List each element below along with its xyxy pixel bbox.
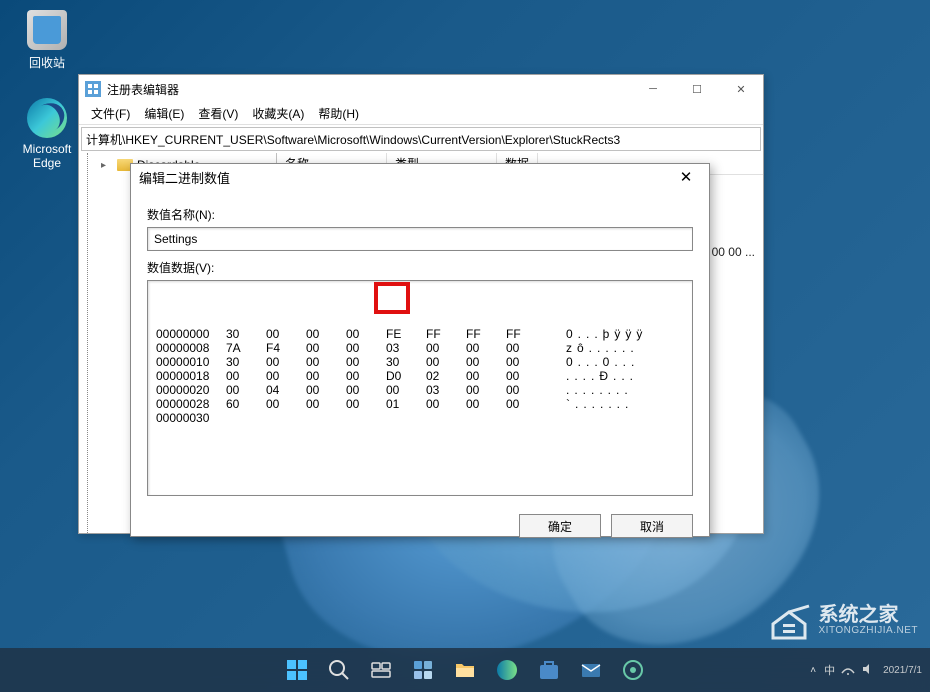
desktop-icon-label: 回收站 [29,56,65,70]
search-button[interactable] [320,651,358,689]
highlight-box [374,282,410,314]
tray-clock[interactable]: 2021/7/1 [883,664,922,677]
watermark: 系统之家 XITONGZHIJIA.NET [767,598,919,642]
dialog-title: 编辑二进制数值 [139,168,230,187]
ok-button[interactable]: 确定 [519,514,601,538]
maximize-button[interactable]: ☐ [675,75,719,103]
value-name-label: 数值名称(N): [147,206,693,223]
start-button[interactable] [278,651,316,689]
taskbar-app-mail[interactable] [572,651,610,689]
value-name-input[interactable] [147,227,693,251]
tray-ime-icon[interactable]: 中 [824,662,835,679]
regedit-icon [85,81,101,97]
desktop-icon-label: Microsoft Edge [23,142,72,170]
tray-network-icon[interactable] [841,662,855,679]
hex-editor[interactable]: 0000000030000000FEFFFFFF0...þÿÿÿ00000008… [147,280,693,496]
desktop-icon-edge[interactable]: Microsoft Edge [12,98,82,170]
hex-row[interactable]: 000000200004000000030000........ [156,383,684,397]
taskbar-app-edge[interactable] [488,651,526,689]
close-button[interactable]: ✕ [671,164,701,190]
system-tray: ˄ 中 2021/7/1 [810,662,922,679]
taskbar-app-settings[interactable] [614,651,652,689]
hex-row[interactable]: 0000001030000000300000000...0... [156,355,684,369]
hex-row[interactable]: 0000000030000000FEFFFFFF0...þÿÿÿ [156,327,684,341]
value-data-label: 数值数据(V): [147,259,693,276]
menu-edit[interactable]: 编辑(E) [138,103,190,124]
watermark-brand: 系统之家 [819,605,919,625]
hex-row[interactable]: 00000030 [156,411,684,425]
taskbar-app-explorer[interactable] [446,651,484,689]
menu-favorites[interactable]: 收藏夹(A) [246,103,310,124]
taskbar: ˄ 中 2021/7/1 [0,648,930,692]
edge-icon [27,98,67,138]
chevron-right-icon[interactable]: ▸ [101,160,106,171]
taskbar-app-store[interactable] [530,651,568,689]
hex-row[interactable]: 0000001800000000D0020000....Ð... [156,369,684,383]
cancel-button[interactable]: 取消 [611,514,693,538]
minimize-button[interactable]: ─ [631,75,675,103]
dialog-titlebar[interactable]: 编辑二进制数值 ✕ [131,164,709,190]
tray-volume-icon[interactable] [861,662,875,679]
recycle-bin-icon [27,10,67,50]
menu-file[interactable]: 文件(F) [85,103,136,124]
widgets-button[interactable] [404,651,442,689]
window-title: 注册表编辑器 [107,81,179,98]
menu-help[interactable]: 帮助(H) [312,103,365,124]
address-bar[interactable]: 计算机\HKEY_CURRENT_USER\Software\Microsoft… [81,127,761,151]
menu-view[interactable]: 查看(V) [192,103,244,124]
menubar: 文件(F) 编辑(E) 查看(V) 收藏夹(A) 帮助(H) [79,103,763,125]
watermark-url: XITONGZHIJIA.NET [819,625,919,636]
watermark-logo-icon [767,598,811,642]
close-button[interactable]: ✕ [719,75,763,103]
taskbar-center [278,651,652,689]
tray-overflow-icon[interactable]: ˄ [810,665,816,676]
hex-row[interactable]: 000000286000000001000000`....... [156,397,684,411]
taskview-button[interactable] [362,651,400,689]
dialog-edit-binary-value: 编辑二进制数值 ✕ 数值名称(N): 数值数据(V): 000000003000… [130,163,710,537]
hex-row[interactable]: 000000087AF4000003000000zô...... [156,341,684,355]
titlebar[interactable]: 注册表编辑器 ─ ☐ ✕ [79,75,763,103]
desktop-icon-recycle-bin[interactable]: 回收站 [12,10,82,71]
